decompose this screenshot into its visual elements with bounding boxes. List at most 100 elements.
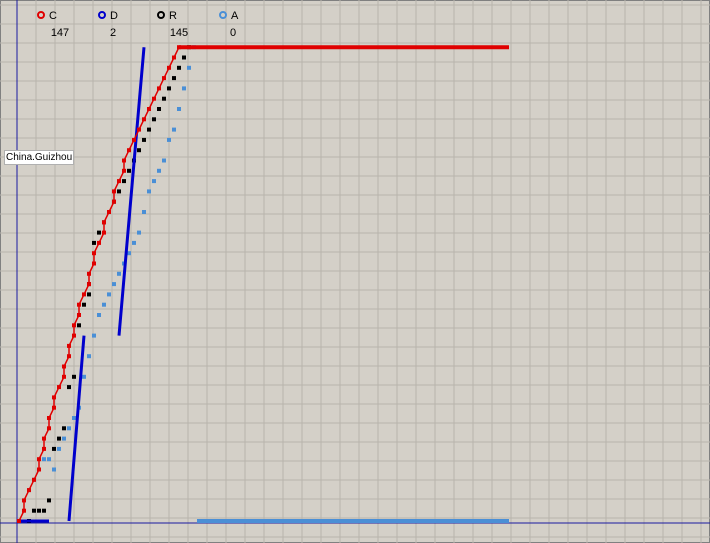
series-c-point	[112, 189, 116, 194]
series-c-point	[162, 76, 166, 81]
series-a-point	[177, 107, 181, 111]
series-c-point	[32, 477, 36, 482]
series-r-point	[47, 498, 51, 503]
series-r-point	[42, 508, 46, 513]
series-c-point	[132, 137, 136, 142]
series-c-point	[87, 271, 91, 276]
series-c-point	[77, 302, 81, 307]
series-c-point	[92, 251, 96, 256]
series-r-point	[122, 179, 126, 184]
series-c-point	[172, 55, 176, 60]
legend-marker-r-icon	[157, 11, 165, 19]
series-c-point	[37, 467, 41, 472]
series-r-point	[127, 168, 131, 173]
series-r-point	[62, 426, 66, 431]
series-d-segment	[67, 335, 86, 522]
series-a-point	[102, 302, 106, 307]
series-r-point	[172, 76, 176, 81]
series-r-point	[152, 117, 156, 122]
series-c-point	[52, 395, 56, 400]
series-r-point	[72, 374, 76, 379]
series-r-point	[162, 96, 166, 101]
chart-svg: C 147 D 2 R 145 A 0	[0, 0, 710, 543]
series-a-point	[72, 416, 76, 420]
series-a-point	[92, 333, 96, 338]
series-a-point	[157, 168, 161, 173]
series-c-point	[147, 107, 151, 111]
series-c-point	[102, 220, 106, 225]
series-a-point	[182, 86, 186, 91]
legend-value-r: 145	[170, 27, 188, 39]
series-r-point	[157, 107, 161, 111]
series-c-point	[22, 508, 26, 513]
series-c-point	[67, 343, 71, 348]
series-c-point	[77, 313, 81, 317]
series-c-point	[17, 519, 21, 523]
series-r-point	[37, 508, 41, 513]
series-r-point	[117, 189, 121, 194]
legend-value-a: 0	[230, 27, 236, 39]
series-r-point	[97, 230, 101, 235]
series-c-point	[152, 96, 156, 101]
series-c-point	[142, 117, 146, 122]
series-a-point	[82, 374, 86, 379]
legend-value-c: 147	[51, 27, 69, 39]
series-r-point	[147, 127, 151, 132]
series-c-point	[102, 230, 106, 235]
series-c-point	[27, 488, 31, 493]
series-c-point	[62, 374, 66, 379]
series-c-point	[122, 168, 126, 173]
legend-label-d: D	[110, 10, 118, 22]
legend-label-c: C	[49, 10, 57, 22]
legend-label-r: R	[169, 10, 177, 22]
series-a-point	[62, 436, 66, 441]
series-a-point	[57, 446, 61, 451]
series-a-point	[117, 271, 121, 276]
series-r-point	[92, 240, 96, 245]
series-c-point	[127, 148, 131, 153]
series-c-point	[67, 354, 71, 359]
series-a-point	[152, 179, 156, 184]
series-c-point	[57, 385, 61, 390]
series-c-point	[47, 416, 51, 420]
series-c-point	[47, 426, 51, 431]
series-c-point	[122, 158, 126, 163]
series-c-point	[117, 179, 121, 184]
series-a-point	[52, 467, 56, 472]
legend-value-d: 2	[110, 27, 116, 39]
region-label: China.Guizhou	[4, 150, 75, 165]
series-c-point	[42, 436, 46, 441]
series-r-point	[142, 137, 146, 142]
legend-marker-c-icon	[37, 11, 45, 19]
legend-marker-a-icon	[219, 11, 227, 19]
series-a-point	[162, 158, 166, 163]
series-a-point	[137, 230, 141, 235]
series-r-point	[82, 302, 86, 307]
legend-label-a: A	[231, 10, 239, 22]
series-a-point	[167, 137, 171, 142]
series-c-point	[42, 446, 46, 451]
series-a-point	[67, 426, 71, 431]
series-a-point	[172, 127, 176, 132]
series-c-point	[72, 333, 76, 338]
series-c-point	[37, 457, 41, 462]
series-r-point	[137, 148, 141, 153]
series-a-point	[147, 189, 151, 194]
series-c-point	[157, 86, 161, 91]
series-a-point	[97, 313, 101, 317]
series-r-point	[177, 65, 181, 70]
series-a-point	[42, 457, 46, 462]
series-c-point	[167, 65, 171, 70]
series-r-point	[57, 436, 61, 441]
series-r-point	[32, 508, 36, 513]
series-r-point	[52, 446, 56, 451]
series-r-point	[167, 86, 171, 91]
series-c-point	[22, 498, 26, 503]
series-a-point	[132, 240, 136, 245]
series-a-point	[107, 292, 111, 297]
series-r-point	[67, 385, 71, 390]
series-c-point	[112, 199, 116, 204]
series-c-point	[97, 240, 101, 245]
series-r-point	[77, 323, 81, 328]
series-c-point	[137, 127, 141, 132]
